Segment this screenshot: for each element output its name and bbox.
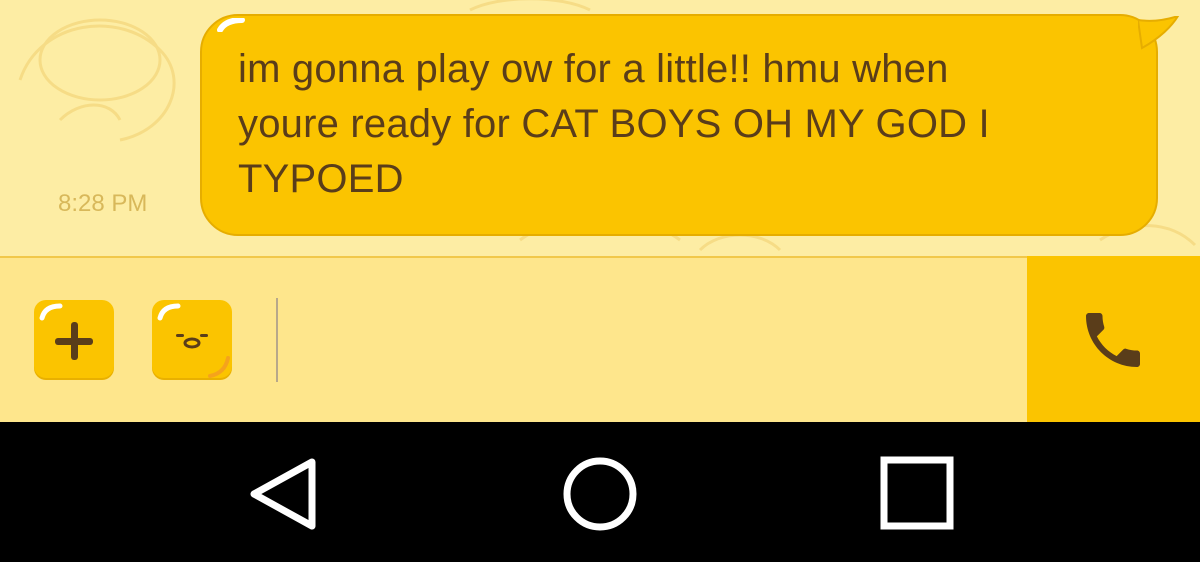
- sticker-button[interactable]: [152, 300, 232, 380]
- call-button[interactable]: [1027, 256, 1200, 422]
- plus-icon: [39, 303, 93, 360]
- plus-button[interactable]: [34, 300, 114, 380]
- back-triangle-icon[interactable]: [248, 458, 320, 530]
- bubble-tail: [1138, 16, 1180, 50]
- recents-square-icon[interactable]: [880, 456, 954, 530]
- bubble-shine: [217, 18, 245, 32]
- message-composer: [0, 256, 1027, 422]
- text-input-cursor[interactable]: [276, 298, 278, 382]
- home-circle-icon[interactable]: [562, 456, 638, 532]
- chat-message-area[interactable]: im gonna play ow for a little!! hmu when…: [0, 0, 1200, 256]
- gudetama-sticker-icon: [157, 303, 230, 378]
- chat-screen: im gonna play ow for a little!! hmu when…: [0, 0, 1200, 562]
- message-line-2: youre ready for CAT BOYS OH MY GOD I: [238, 102, 990, 146]
- message-line-3: TYPOED: [238, 157, 404, 201]
- message-bubble[interactable]: im gonna play ow for a little!! hmu when…: [200, 14, 1158, 236]
- message-line-1: im gonna play ow for a little!! hmu when: [238, 47, 949, 91]
- android-navigation-bar: [0, 422, 1200, 562]
- phone-icon: [1086, 313, 1140, 367]
- message-timestamp: 8:28 PM: [58, 190, 148, 217]
